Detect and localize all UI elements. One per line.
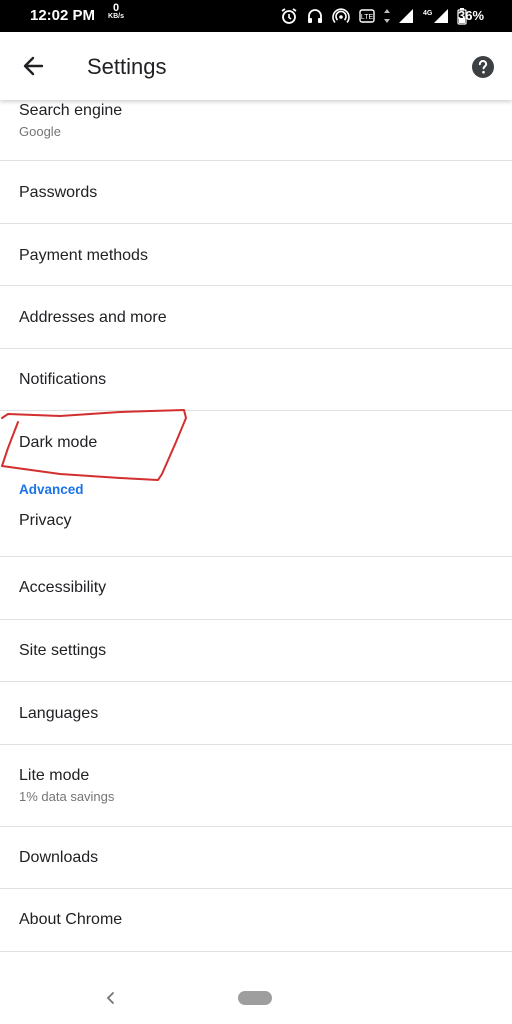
status-icons: LTE 4G: [278, 6, 472, 26]
setting-notifications[interactable]: Notifications: [0, 349, 512, 411]
system-nav-bar: [0, 972, 512, 1024]
setting-languages[interactable]: Languages: [0, 682, 512, 745]
setting-passwords[interactable]: Passwords: [0, 161, 512, 224]
setting-label: Site settings: [19, 642, 107, 659]
setting-accessibility[interactable]: Accessibility: [0, 557, 512, 620]
setting-site-settings[interactable]: Site settings: [0, 620, 512, 682]
svg-text:LTE: LTE: [361, 14, 374, 21]
setting-label: About Chrome: [19, 911, 123, 928]
help-button[interactable]: [471, 55, 495, 79]
setting-sublabel: 1% data savings: [19, 789, 115, 804]
setting-label: Addresses and more: [19, 309, 167, 326]
alarm-icon: [278, 6, 300, 26]
section-header-advanced: Advanced: [0, 474, 512, 505]
setting-downloads[interactable]: Downloads: [0, 827, 512, 889]
nav-back-button[interactable]: [102, 986, 118, 1010]
setting-privacy[interactable]: Privacy: [0, 505, 512, 557]
setting-label: Notifications: [19, 371, 107, 388]
app-bar: Settings: [0, 32, 512, 100]
network-speed-value: 0: [112, 2, 120, 14]
setting-label: Privacy: [19, 512, 72, 529]
hotspot-icon: [330, 6, 352, 26]
setting-payment-methods[interactable]: Payment methods: [0, 224, 512, 286]
settings-list: Search engine Google Passwords Payment m…: [0, 100, 512, 952]
setting-label: Search engine: [19, 102, 123, 119]
headset-icon: [304, 6, 326, 26]
status-bar: 12:02 PM 0 KB/s LTE 4G 36%: [0, 0, 512, 32]
setting-label: Accessibility: [19, 579, 107, 596]
svg-text:4G: 4G: [423, 10, 433, 17]
setting-about-chrome[interactable]: About Chrome: [0, 889, 512, 952]
setting-dark-mode[interactable]: Dark mode: [0, 411, 512, 474]
setting-label: Lite mode: [19, 767, 90, 784]
page-title: Settings: [87, 54, 167, 79]
setting-search-engine[interactable]: Search engine Google: [0, 100, 512, 161]
setting-sublabel: Google: [19, 124, 61, 139]
network-speed: 0 KB/s: [103, 2, 129, 21]
battery-percent: 36%: [458, 8, 485, 23]
signal-icon: [396, 6, 418, 26]
setting-lite-mode[interactable]: Lite mode 1% data savings: [0, 745, 512, 827]
nav-home-pill[interactable]: [238, 991, 272, 1005]
setting-label: Passwords: [19, 184, 98, 201]
back-button[interactable]: [18, 52, 50, 80]
setting-addresses[interactable]: Addresses and more: [0, 286, 512, 349]
network-speed-unit: KB/s: [108, 13, 124, 20]
data-arrows-icon: [382, 6, 392, 26]
setting-label: Languages: [19, 705, 99, 722]
status-time: 12:02 PM: [30, 7, 96, 24]
setting-label: Dark mode: [19, 434, 98, 451]
section-header-label: Advanced: [19, 482, 84, 497]
setting-label: Downloads: [19, 849, 99, 866]
help-icon: [472, 56, 494, 78]
volte-icon: LTE: [356, 6, 378, 26]
signal-4g-icon: 4G: [422, 6, 452, 26]
arrow-left-icon: [23, 56, 44, 76]
chevron-left-icon: [106, 992, 114, 1004]
setting-label: Payment methods: [19, 247, 148, 264]
